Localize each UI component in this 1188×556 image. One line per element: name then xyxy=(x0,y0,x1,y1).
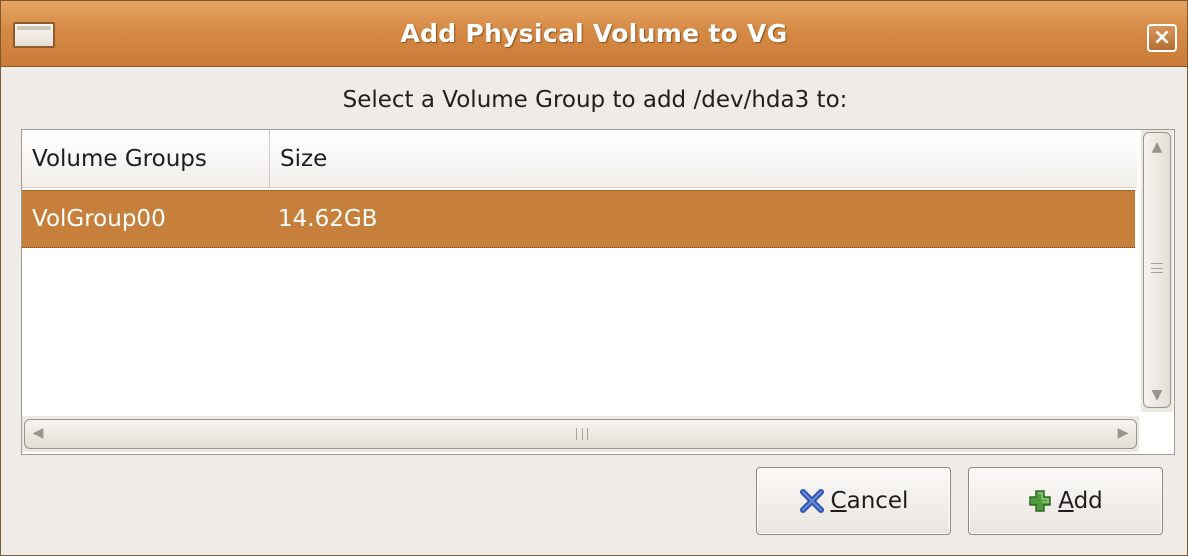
volume-group-list: Volume Groups Size VolGroup00 14.62GB ▲ … xyxy=(21,129,1175,455)
cancel-label: Cancel xyxy=(830,488,909,514)
prompt-label: Select a Volume Group to add /dev/hda3 t… xyxy=(342,87,848,113)
plus-icon xyxy=(1028,489,1052,513)
add-button[interactable]: Add xyxy=(968,467,1163,535)
column-header-size[interactable]: Size xyxy=(269,130,1137,188)
title-bar[interactable]: Add Physical Volume to VG × xyxy=(1,1,1187,67)
cell-volume-group: VolGroup00 xyxy=(32,206,166,232)
add-label: Add xyxy=(1058,488,1103,514)
cell-size: 14.62GB xyxy=(278,206,378,232)
grip-icon xyxy=(576,428,588,440)
column-header-volume-groups[interactable]: Volume Groups xyxy=(22,130,269,188)
cancel-x-icon xyxy=(799,488,825,514)
vertical-scroll-thumb[interactable]: ▲ ▼ xyxy=(1143,132,1171,408)
column-header-row: Volume Groups Size xyxy=(22,130,1137,188)
scroll-up-arrow-icon[interactable]: ▲ xyxy=(1144,139,1170,155)
scroll-down-arrow-icon[interactable]: ▼ xyxy=(1144,387,1170,403)
vertical-scrollbar[interactable]: ▲ ▼ xyxy=(1141,130,1173,412)
horizontal-scrollbar[interactable]: ◀ ▶ xyxy=(22,416,1139,452)
grip-icon xyxy=(1151,263,1163,273)
horizontal-scroll-thumb[interactable]: ◀ ▶ xyxy=(24,419,1137,449)
dialog-window: Add Physical Volume to VG × Select a Vol… xyxy=(0,0,1188,556)
window-title: Add Physical Volume to VG xyxy=(400,19,788,48)
cancel-button[interactable]: Cancel xyxy=(756,467,951,535)
tree-view[interactable]: Volume Groups Size VolGroup00 14.62GB xyxy=(22,130,1137,412)
scroll-right-arrow-icon[interactable]: ▶ xyxy=(1116,425,1130,441)
close-button[interactable]: × xyxy=(1147,24,1177,52)
close-icon: × xyxy=(1152,25,1172,50)
scroll-left-arrow-icon[interactable]: ◀ xyxy=(31,425,45,441)
table-row[interactable]: VolGroup00 14.62GB xyxy=(22,190,1135,248)
